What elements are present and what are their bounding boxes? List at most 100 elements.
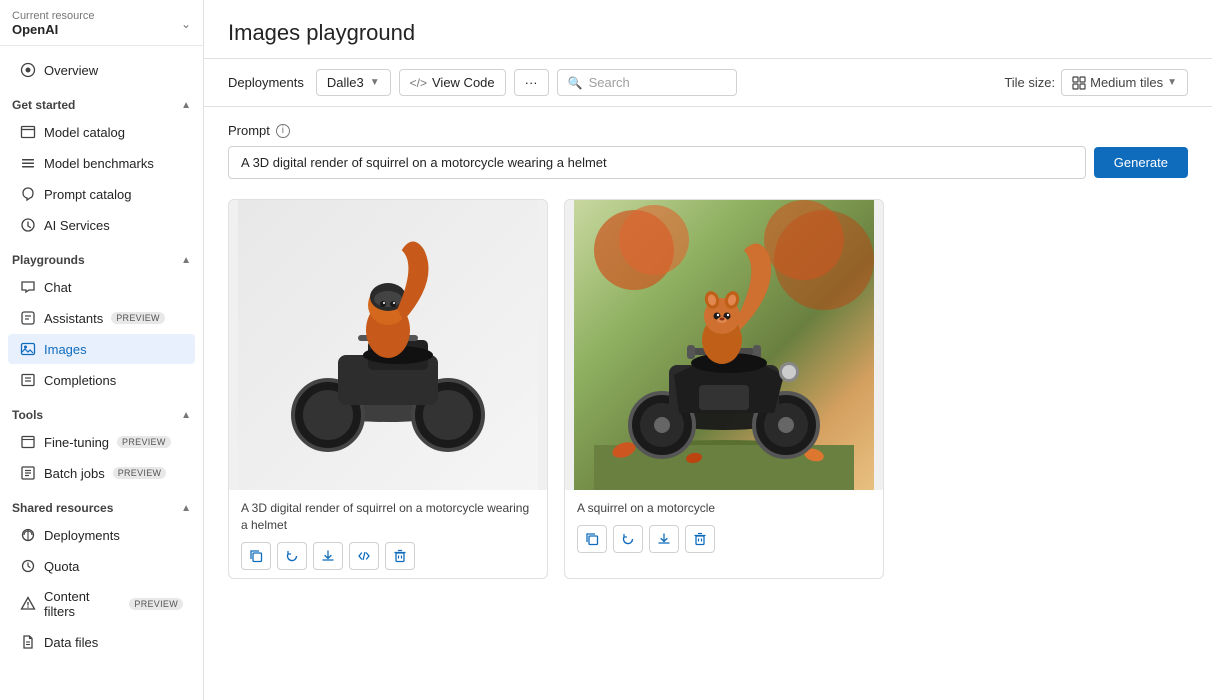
ai-services-label: AI Services	[44, 218, 110, 233]
prompt-catalog-icon	[20, 186, 36, 202]
content-filters-badge: PREVIEW	[129, 598, 183, 610]
sidebar-item-model-catalog[interactable]: Model catalog	[8, 117, 195, 147]
sidebar-item-deployments[interactable]: Deployments	[8, 520, 195, 550]
model-benchmarks-label: Model benchmarks	[44, 156, 154, 171]
prompt-label: Prompt i	[228, 123, 1188, 138]
image-caption-1: A 3D digital render of squirrel on a mot…	[241, 500, 535, 534]
image-card-actions-1	[241, 542, 535, 570]
resource-selector[interactable]: Current resource OpenAI ⌄	[0, 0, 203, 46]
sidebar-item-prompt-catalog[interactable]: Prompt catalog	[8, 179, 195, 209]
deployment-selector[interactable]: Dalle3 ▼	[316, 69, 391, 96]
image-card-body-1: A 3D digital render of squirrel on a mot…	[229, 490, 547, 578]
tile-size-chevron-icon: ▼	[1167, 77, 1177, 88]
assistants-label: Assistants	[44, 311, 103, 326]
shared-resources-collapse-icon[interactable]: ▲	[181, 503, 191, 514]
images-label: Images	[44, 342, 87, 357]
playgrounds-collapse-icon[interactable]: ▲	[181, 255, 191, 266]
copy-button-2[interactable]	[577, 525, 607, 553]
sidebar-item-model-benchmarks[interactable]: Model benchmarks	[8, 148, 195, 178]
sidebar-item-chat[interactable]: Chat	[8, 272, 195, 302]
toolbar: Deployments Dalle3 ▼ </> View Code ··· 🔍…	[204, 59, 1212, 107]
code-icon	[357, 549, 371, 563]
more-options-button[interactable]: ···	[514, 69, 549, 96]
model-benchmarks-icon	[20, 155, 36, 171]
delete-button-2[interactable]	[685, 525, 715, 553]
prompt-row: Generate	[228, 146, 1188, 179]
quota-label: Quota	[44, 559, 79, 574]
sidebar-item-batch-jobs[interactable]: Batch jobs PREVIEW	[8, 458, 195, 488]
image-card-actions-2	[577, 525, 871, 553]
copy-icon	[249, 549, 263, 563]
sidebar-item-overview[interactable]: Overview	[8, 55, 195, 85]
sidebar-item-images[interactable]: Images	[8, 334, 195, 364]
model-catalog-label: Model catalog	[44, 125, 125, 140]
image-card-2: A squirrel on a motorcycle	[564, 199, 884, 579]
image-card: A 3D digital render of squirrel on a mot…	[228, 199, 548, 579]
playgrounds-section: Playgrounds ▲	[0, 241, 203, 271]
sidebar-item-ai-services[interactable]: AI Services	[8, 210, 195, 240]
tile-grid-icon	[1072, 76, 1086, 90]
tile-size-value: Medium tiles	[1090, 75, 1163, 90]
chat-icon	[20, 279, 36, 295]
shared-resources-section: Shared resources ▲	[0, 489, 203, 519]
main-content: Images playground Deployments Dalle3 ▼ <…	[204, 0, 1212, 700]
generate-button[interactable]: Generate	[1094, 147, 1188, 178]
tools-section: Tools ▲	[0, 396, 203, 426]
data-files-icon	[20, 634, 36, 650]
deployments-label: Deployments	[44, 528, 120, 543]
deployments-icon	[20, 527, 36, 543]
deployment-chevron-icon: ▼	[370, 77, 380, 88]
regenerate-icon	[285, 549, 299, 563]
refresh-button-2[interactable]	[613, 525, 643, 553]
delete-button-1[interactable]	[385, 542, 415, 570]
batch-jobs-label: Batch jobs	[44, 466, 105, 481]
search-icon: 🔍	[568, 76, 583, 90]
batch-jobs-badge: PREVIEW	[113, 467, 167, 479]
tools-collapse-icon[interactable]: ▲	[181, 410, 191, 421]
page-title: Images playground	[228, 20, 1188, 46]
copy-button-1[interactable]	[241, 542, 271, 570]
code-button-1[interactable]	[349, 542, 379, 570]
completions-label: Completions	[44, 373, 116, 388]
search-placeholder: Search	[589, 75, 630, 90]
sidebar-item-assistants[interactable]: Assistants PREVIEW	[8, 303, 195, 333]
resource-name: OpenAI	[12, 22, 95, 37]
batch-jobs-icon	[20, 465, 36, 481]
image-placeholder-2	[565, 200, 883, 490]
completions-icon	[20, 372, 36, 388]
fine-tuning-icon	[20, 434, 36, 450]
overview-icon	[20, 62, 36, 78]
download-button-1[interactable]	[313, 542, 343, 570]
tile-size-label: Tile size:	[1004, 75, 1055, 90]
fine-tuning-badge: PREVIEW	[117, 436, 171, 448]
sidebar-item-completions[interactable]: Completions	[8, 365, 195, 395]
deployment-value: Dalle3	[327, 75, 364, 90]
content-filters-label: Content filters	[44, 589, 121, 619]
images-icon	[20, 341, 36, 357]
get-started-section: Get started ▲	[0, 86, 203, 116]
chat-label: Chat	[44, 280, 71, 295]
assistants-badge: PREVIEW	[111, 312, 165, 324]
quota-icon	[20, 558, 36, 574]
tile-size-button[interactable]: Medium tiles ▼	[1061, 69, 1188, 96]
resource-label: Current resource	[12, 10, 95, 22]
search-box[interactable]: 🔍 Search	[557, 69, 737, 96]
sidebar-item-data-files[interactable]: Data files	[8, 627, 195, 657]
image-caption-2: A squirrel on a motorcycle	[577, 500, 871, 517]
ai-services-icon	[20, 217, 36, 233]
model-catalog-icon	[20, 124, 36, 140]
image-grid: A 3D digital render of squirrel on a mot…	[204, 191, 1212, 700]
download-icon	[321, 549, 335, 563]
sidebar-item-content-filters[interactable]: Content filters PREVIEW	[8, 582, 195, 626]
sidebar-item-fine-tuning[interactable]: Fine-tuning PREVIEW	[8, 427, 195, 457]
get-started-collapse-icon[interactable]: ▲	[181, 100, 191, 111]
refresh-button-1[interactable]	[277, 542, 307, 570]
prompt-catalog-label: Prompt catalog	[44, 187, 131, 202]
download-button-2[interactable]	[649, 525, 679, 553]
view-code-button[interactable]: </> View Code	[399, 69, 506, 96]
tile-size-section: Tile size: Medium tiles ▼	[1004, 69, 1188, 96]
delete-icon	[393, 549, 407, 563]
prompt-input[interactable]	[228, 146, 1086, 179]
sidebar-item-quota[interactable]: Quota	[8, 551, 195, 581]
prompt-info-icon: i	[276, 124, 290, 138]
